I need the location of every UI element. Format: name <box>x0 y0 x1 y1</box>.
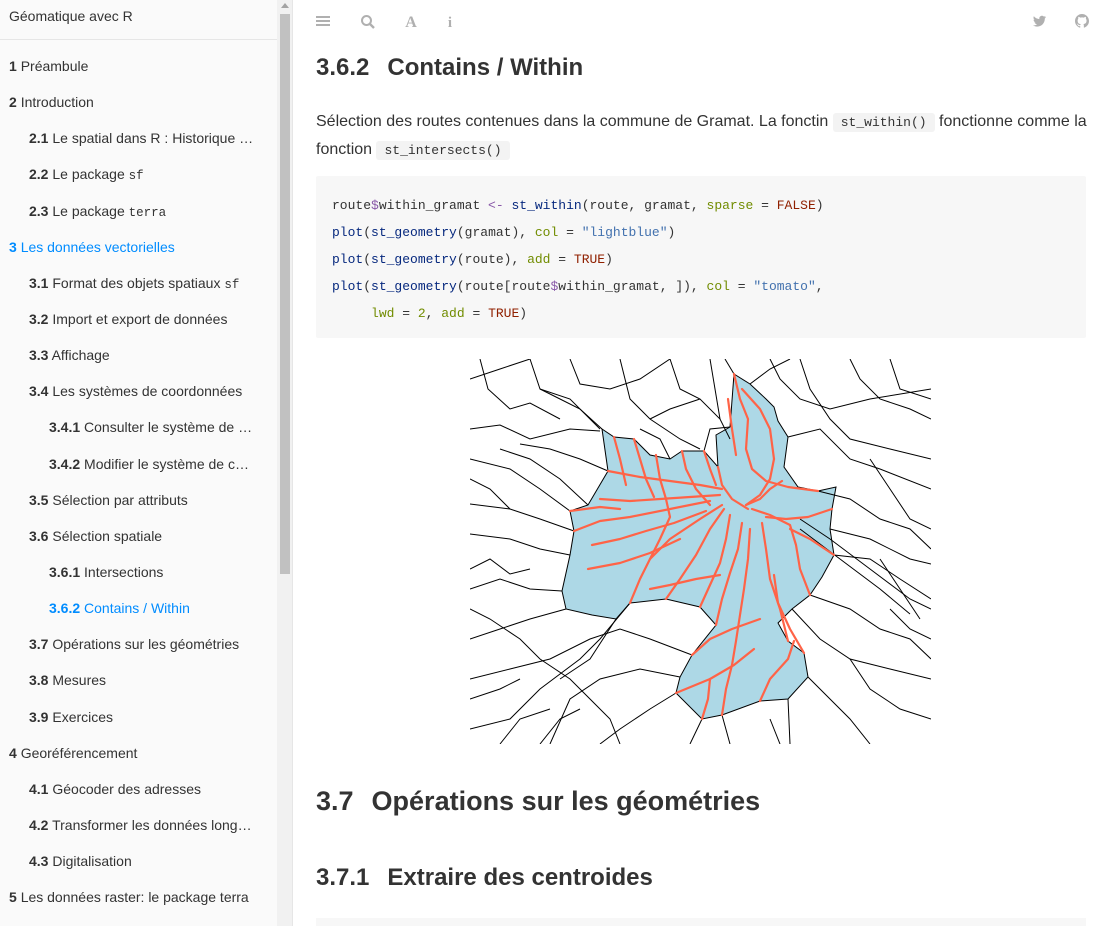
road <box>807 676 871 745</box>
toc-item-4-3[interactable]: 4.3 Digitalisation <box>0 843 277 879</box>
toc-item-4[interactable]: 4 Georéférencement <box>0 735 277 771</box>
road <box>469 458 571 512</box>
code-line: lwd = 2, add = TRUE) <box>371 306 528 321</box>
road <box>469 503 575 532</box>
section-heading-3-7: 3.7 Opérations sur les géométries <box>316 786 761 816</box>
road <box>519 443 609 472</box>
road <box>791 608 932 680</box>
scrollbar-thumb[interactable] <box>280 14 290 574</box>
road <box>799 358 932 460</box>
road <box>787 428 932 490</box>
table-of-contents: 1 Préambule 2 Introduction 2.1 Le spatial … <box>0 40 277 915</box>
road <box>559 618 617 680</box>
road <box>879 558 921 620</box>
toc-item-2-1[interactable]: 2.1 Le spatial dans R : Historique … <box>0 120 277 156</box>
toc-item-3-6-1[interactable]: 3.6.1 Intersections <box>0 554 277 590</box>
toc-item-3-5[interactable]: 3.5 Sélection par attributs <box>0 482 277 518</box>
code-line: plot(st_geometry(route[route$within_gram… <box>332 279 824 294</box>
toc-item-3[interactable]: 3 Les données vectorielles <box>0 229 277 265</box>
font-icon[interactable]: A <box>402 14 420 32</box>
section-heading-3-7-1: 3.7.1 Extraire des centroides <box>316 864 653 891</box>
road <box>724 358 735 375</box>
road <box>849 358 932 420</box>
gramat-routes-map <box>469 358 932 745</box>
road <box>499 708 551 745</box>
sidebar: Géomatique avec R 1 Préambule 2 Introduct… <box>0 0 293 926</box>
road <box>787 698 791 745</box>
road <box>469 608 567 640</box>
road <box>833 554 932 600</box>
code-line: route$within_gramat <- st_within(route, … <box>332 198 824 213</box>
toc-item-2[interactable]: 2 Introduction <box>0 84 277 120</box>
code-content: route$within_gramat <- st_within(route, … <box>332 192 1070 327</box>
toc-item-3-6[interactable]: 3.6 Sélection spatiale <box>0 518 277 554</box>
road <box>529 358 601 430</box>
twitter-icon[interactable] <box>1031 14 1049 32</box>
section-heading-3-6-2: 3.6.2 Contains / Within <box>316 54 584 81</box>
map-figure <box>469 358 932 745</box>
road <box>469 558 531 575</box>
toc-item-3-3[interactable]: 3.3 Affichage <box>0 337 277 373</box>
menu-icon[interactable] <box>314 14 332 32</box>
toc-item-2-2[interactable]: 2.2 Le package sf <box>0 156 277 192</box>
road <box>469 628 693 680</box>
scroll-up-arrow-icon[interactable] <box>281 3 289 8</box>
toc-item-1[interactable]: 1 Préambule <box>0 48 277 84</box>
road <box>539 388 603 430</box>
code-block-next[interactable] <box>316 918 1086 926</box>
toc-item-3-7[interactable]: 3.7 Opérations sur les géométries <box>0 626 277 662</box>
road <box>689 718 703 745</box>
inline-code-st-within: st_within() <box>832 113 935 132</box>
road <box>889 358 932 400</box>
book-header: A i <box>294 0 1095 46</box>
toc-item-3-8[interactable]: 3.8 Mesures <box>0 662 277 698</box>
code-line: plot(st_geometry(gramat), col = "lightbl… <box>332 225 676 240</box>
gramat-commune-polygon <box>561 373 837 720</box>
book-title[interactable]: Géomatique avec R <box>0 0 277 40</box>
road <box>749 358 791 385</box>
road <box>769 718 781 745</box>
toc-item-4-2[interactable]: 4.2 Transformer les données long… <box>0 807 277 843</box>
info-icon[interactable]: i <box>441 14 459 32</box>
road <box>619 358 701 450</box>
road <box>569 358 671 390</box>
toc-item-4-1[interactable]: 4.1 Géocoder des adresses <box>0 771 277 807</box>
road <box>649 398 701 420</box>
github-icon[interactable] <box>1073 14 1091 32</box>
toc-item-3-9[interactable]: 3.9 Exercices <box>0 699 277 735</box>
road <box>469 678 521 700</box>
toc-item-3-4-2[interactable]: 3.4.2 Modifier le système de c… <box>0 446 277 482</box>
inline-code-st-intersects: st_intersects() <box>376 141 510 160</box>
toc-item-2-3[interactable]: 2.3 Le package terra <box>0 193 277 229</box>
toc-item-3-4-1[interactable]: 3.4.1 Consulter le système de … <box>0 409 277 445</box>
road <box>469 424 601 440</box>
search-icon[interactable] <box>359 14 377 32</box>
road <box>817 490 932 550</box>
road <box>769 358 932 410</box>
toc-item-3-6-2[interactable]: 3.6.2 Contains / Within <box>0 590 277 626</box>
road <box>469 358 531 380</box>
description-paragraph: Sélection des routes contenues dans la c… <box>316 113 1087 160</box>
toc-item-3-4[interactable]: 3.4 Les systèmes de coordonnées <box>0 373 277 409</box>
road <box>479 358 561 420</box>
toc-item-3-2[interactable]: 3.2 Import et export de données <box>0 301 277 337</box>
road <box>469 578 563 592</box>
code-block[interactable]: route$within_gramat <- st_within(route, … <box>316 176 1086 338</box>
sidebar-scrollbar[interactable] <box>277 0 292 926</box>
road <box>809 594 932 660</box>
road <box>849 658 932 720</box>
road <box>721 714 731 745</box>
road <box>469 533 571 556</box>
toc-item-3-1[interactable]: 3.1 Format des objets spatiaux sf <box>0 265 277 301</box>
code-line: plot(st_geometry(route), add = TRUE) <box>332 252 613 267</box>
toc-item-5[interactable]: 5 Les données raster: le package terra <box>0 879 277 915</box>
road <box>539 708 581 745</box>
road <box>599 692 677 745</box>
